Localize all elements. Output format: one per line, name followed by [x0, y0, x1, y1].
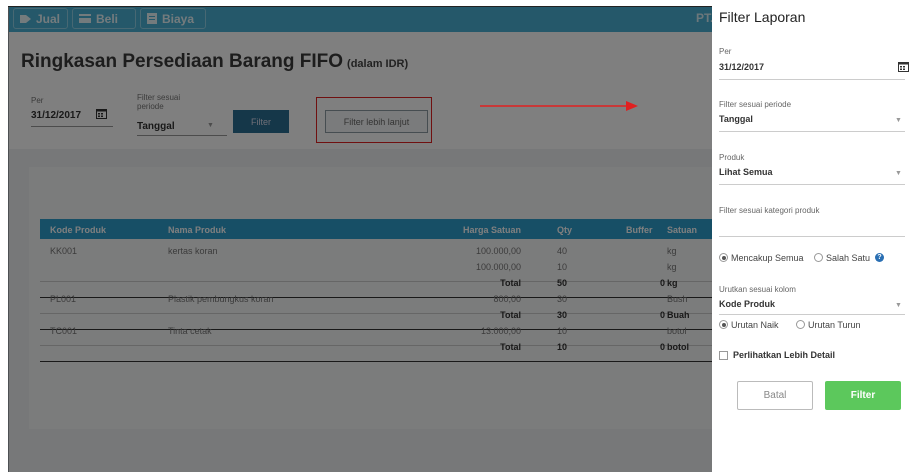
panel-sort-label: Urutkan sesuai kolom — [719, 285, 796, 294]
chevron-down-icon: ▼ — [895, 302, 902, 309]
radio-match-one[interactable] — [814, 253, 823, 262]
modal-overlay[interactable] — [8, 7, 712, 472]
panel-period-select[interactable]: Tanggal — [719, 114, 753, 124]
sort-desc-label: Urutan Turun — [808, 320, 861, 330]
panel-title: Filter Laporan — [719, 9, 806, 25]
panel-per-label: Per — [719, 47, 732, 56]
panel-per-underline — [719, 79, 905, 80]
radio-sort-desc[interactable] — [796, 320, 805, 329]
calendar-icon[interactable] — [898, 61, 909, 72]
panel-period-label: Filter sesuai periode — [719, 100, 792, 109]
filter-panel: Filter Laporan Per 31/12/2017 Filter ses… — [712, 0, 922, 472]
sort-asc-label: Urutan Naik — [731, 320, 779, 330]
panel-sort-select[interactable]: Kode Produk — [719, 299, 775, 309]
chevron-down-icon: ▼ — [895, 117, 902, 124]
submit-filter-button[interactable]: Filter — [825, 381, 901, 410]
panel-period-underline — [719, 131, 905, 132]
screen: Jual Beli Biaya PT. S Ringkasan Persedia… — [0, 0, 922, 472]
detail-checkbox[interactable] — [719, 351, 728, 360]
radio-sort-asc[interactable] — [719, 320, 728, 329]
panel-kategori-label: Filter sesuai kategori produk — [719, 206, 820, 215]
help-icon[interactable]: ? — [875, 253, 884, 262]
match-all-label: Mencakup Semua — [731, 253, 804, 263]
chevron-down-icon: ▼ — [895, 170, 902, 177]
panel-produk-label: Produk — [719, 153, 745, 162]
detail-label: Perlihatkan Lebih Detail — [733, 350, 836, 360]
panel-produk-select[interactable]: Lihat Semua — [719, 167, 773, 177]
radio-match-all[interactable] — [719, 253, 728, 262]
panel-produk-underline — [719, 184, 905, 185]
arrow-right-icon — [480, 101, 638, 111]
cancel-button[interactable]: Batal — [737, 381, 813, 410]
panel-kategori-underline[interactable] — [719, 236, 905, 237]
panel-sort-underline — [719, 314, 905, 315]
panel-per-value[interactable]: 31/12/2017 — [719, 62, 764, 72]
match-one-label: Salah Satu — [826, 253, 871, 263]
